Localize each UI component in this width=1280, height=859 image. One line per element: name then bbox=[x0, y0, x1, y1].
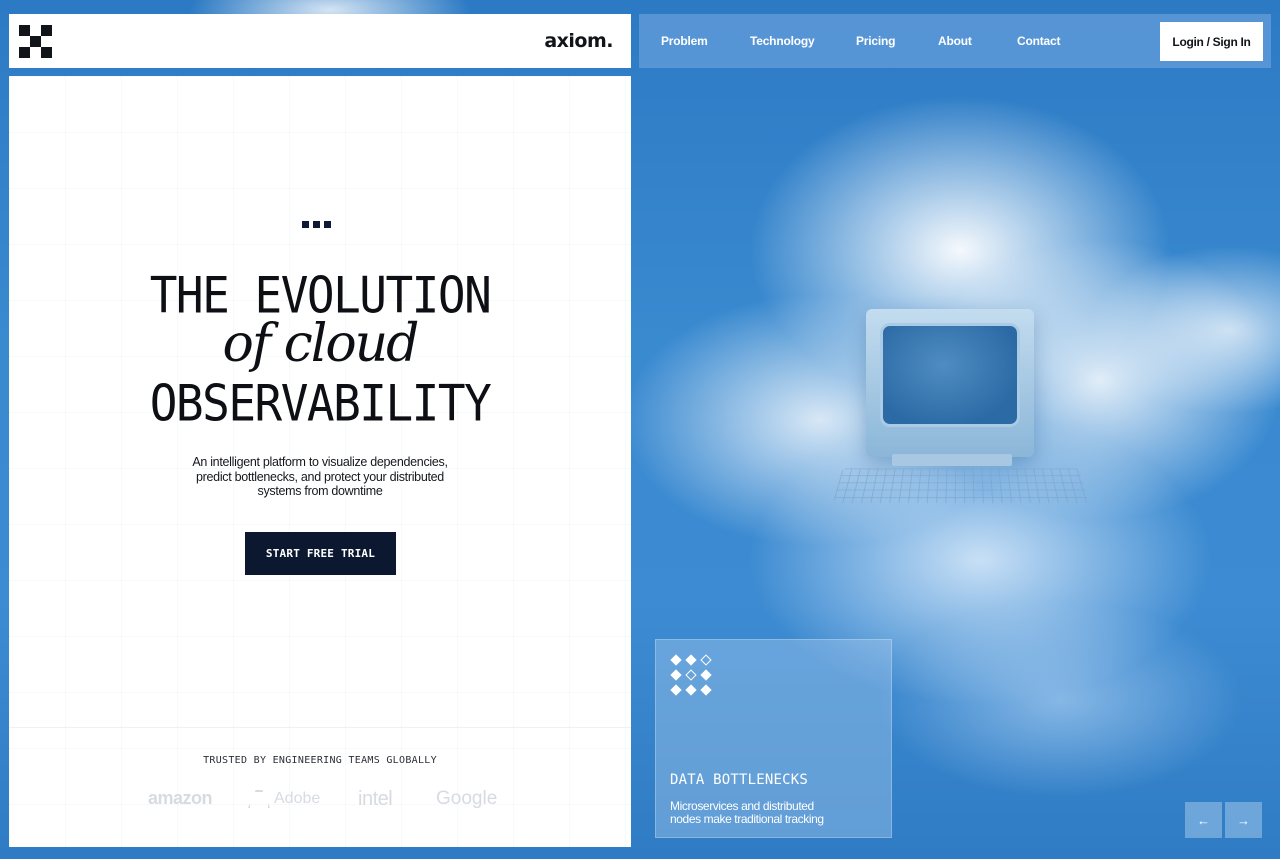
start-free-trial-button[interactable]: START FREE TRIAL bbox=[245, 532, 396, 575]
nav-link-technology[interactable]: Technology bbox=[750, 14, 815, 68]
adobe-logo-text: Adobe bbox=[274, 790, 321, 807]
google-logo: Google bbox=[436, 788, 498, 809]
arrow-right-icon[interactable]: → bbox=[1225, 802, 1262, 838]
card-title: DATA BOTTLENECKS bbox=[670, 772, 809, 788]
dots-decoration-icon bbox=[302, 221, 331, 228]
headline-line-2: of cloud bbox=[222, 314, 420, 374]
keyboard-icon bbox=[832, 468, 1090, 503]
logo-mark-icon[interactable] bbox=[19, 24, 52, 58]
card-text: Microservices and distributed nodes make… bbox=[670, 799, 824, 826]
headline-line-3: OBSERVABILITY bbox=[149, 373, 492, 433]
nav-link-problem[interactable]: Problem bbox=[661, 14, 708, 68]
brand-name[interactable]: axiom. bbox=[544, 30, 613, 52]
monitor-icon bbox=[866, 309, 1034, 457]
amazon-logo: amazon bbox=[148, 788, 213, 808]
nav-link-contact[interactable]: Contact bbox=[1017, 14, 1060, 68]
trusted-label: TRUSTED BY ENGINEERING TEAMS GLOBALLY bbox=[203, 755, 437, 766]
nav-link-about[interactable]: About bbox=[938, 14, 972, 68]
info-card[interactable]: DATA BOTTLENECKS Microservices and distr… bbox=[655, 639, 892, 838]
monitor-screen bbox=[880, 323, 1020, 427]
retro-computer-illustration bbox=[832, 306, 1090, 506]
brand-bar: axiom. bbox=[9, 14, 631, 68]
nav-link-pricing[interactable]: Pricing bbox=[856, 14, 895, 68]
hero-subtext: An intelligent platform to visualize dep… bbox=[192, 455, 448, 498]
adobe-logo: Adobe bbox=[248, 790, 320, 808]
trusted-divider bbox=[9, 727, 631, 728]
adobe-mark-icon bbox=[248, 790, 270, 808]
arrow-left-icon[interactable]: ← bbox=[1185, 802, 1222, 838]
main-nav: Problem Technology Pricing About Contact… bbox=[639, 14, 1271, 68]
hero-card: THE EVOLUTION of cloud OBSERVABILITY An … bbox=[9, 76, 631, 847]
login-button[interactable]: Login / Sign In bbox=[1160, 22, 1263, 61]
monitor-base bbox=[892, 454, 1012, 466]
intel-logo: intel bbox=[358, 788, 393, 810]
